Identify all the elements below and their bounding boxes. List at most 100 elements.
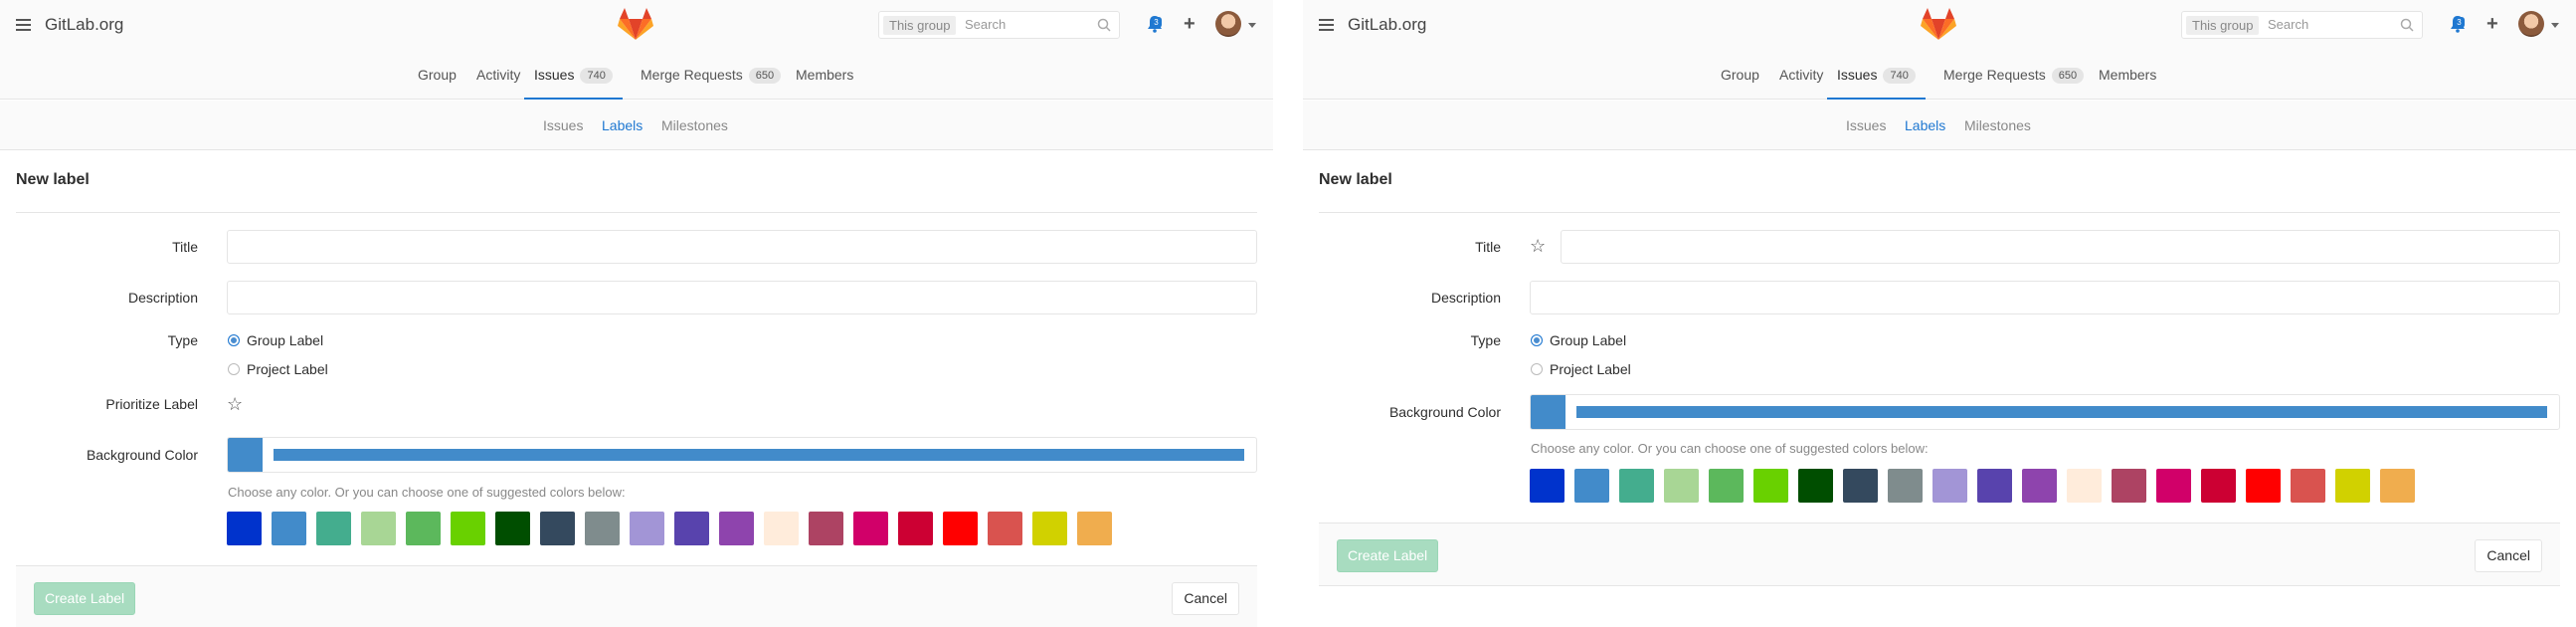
color-swatch[interactable] <box>2380 469 2415 503</box>
type-option-project-label[interactable]: Project Label <box>228 361 328 377</box>
color-swatch[interactable] <box>674 512 709 545</box>
color-swatch[interactable] <box>943 512 978 545</box>
color-swatch[interactable] <box>2022 469 2057 503</box>
hamburger-icon[interactable] <box>16 19 31 31</box>
color-value-bar[interactable] <box>1576 406 2547 418</box>
create-label-button[interactable]: Create Label <box>1337 539 1439 572</box>
color-swatch[interactable] <box>1753 469 1788 503</box>
gitlab-logo-icon[interactable] <box>617 6 654 42</box>
tab-members[interactable]: Members <box>2099 50 2156 100</box>
subtab-labels[interactable]: Labels <box>602 101 643 150</box>
tab-group[interactable]: Group <box>418 50 457 100</box>
color-swatch[interactable] <box>227 512 262 545</box>
background-color-input[interactable] <box>227 437 1257 473</box>
background-color-input[interactable] <box>1530 394 2560 430</box>
chevron-down-icon[interactable] <box>2551 23 2559 28</box>
plus-icon[interactable]: + <box>2486 14 2498 34</box>
color-swatch[interactable] <box>316 512 351 545</box>
divider <box>1319 212 2560 213</box>
color-swatch[interactable] <box>2291 469 2325 503</box>
top-header: GitLab.org This group Search 3 + <box>1303 0 2576 50</box>
radio-unselected[interactable] <box>1531 363 1543 375</box>
color-swatch[interactable] <box>1932 469 1967 503</box>
color-swatch[interactable] <box>585 512 620 545</box>
color-value-bar[interactable] <box>274 449 1244 461</box>
tab-activity[interactable]: Activity <box>1779 50 1823 100</box>
color-swatch[interactable] <box>2201 469 2236 503</box>
tab-activity[interactable]: Activity <box>476 50 520 100</box>
gitlab-logo-icon[interactable] <box>1920 6 1957 42</box>
radio-selected[interactable] <box>228 334 240 346</box>
color-swatch[interactable] <box>809 512 843 545</box>
color-swatch[interactable] <box>1032 512 1067 545</box>
color-swatch[interactable] <box>1977 469 2012 503</box>
search-input[interactable]: Search <box>2268 12 2308 38</box>
color-swatch[interactable] <box>2112 469 2146 503</box>
plus-icon[interactable]: + <box>1184 14 1196 34</box>
color-swatch[interactable] <box>272 512 306 545</box>
tab-issues[interactable]: Issues 740 <box>524 50 623 100</box>
description-input[interactable] <box>227 281 1257 314</box>
subtab-issues[interactable]: Issues <box>1846 101 1886 150</box>
color-swatch[interactable] <box>988 512 1022 545</box>
color-swatch[interactable] <box>719 512 754 545</box>
color-swatch[interactable] <box>898 512 933 545</box>
color-swatch[interactable] <box>630 512 664 545</box>
tab-group[interactable]: Group <box>1721 50 1759 100</box>
right-page: GitLab.org This group Search 3 + Group A… <box>1303 0 2576 627</box>
title-input[interactable] <box>227 230 1257 264</box>
color-swatch[interactable] <box>1530 469 1564 503</box>
tab-merge-requests[interactable]: Merge Requests 650 <box>1943 50 2085 100</box>
color-swatch[interactable] <box>2246 469 2281 503</box>
star-icon[interactable]: ☆ <box>227 395 243 413</box>
search-box[interactable]: This group Search <box>2181 11 2423 39</box>
type-option-project-label[interactable]: Project Label <box>1531 361 1631 377</box>
site-name[interactable]: GitLab.org <box>45 15 123 35</box>
radio-selected[interactable] <box>1531 334 1543 346</box>
suggested-colors <box>227 512 1162 545</box>
color-swatch[interactable] <box>1798 469 1833 503</box>
chevron-down-icon[interactable] <box>1248 23 1256 28</box>
cancel-button[interactable]: Cancel <box>2475 539 2542 572</box>
color-swatch[interactable] <box>451 512 485 545</box>
star-icon[interactable]: ☆ <box>1530 237 1546 255</box>
search-input[interactable]: Search <box>965 12 1006 38</box>
type-option-group-label[interactable]: Group Label <box>228 332 323 348</box>
avatar[interactable] <box>1215 11 1241 37</box>
color-swatch[interactable] <box>1077 512 1112 545</box>
color-swatch[interactable] <box>1843 469 1878 503</box>
color-swatch[interactable] <box>1709 469 1744 503</box>
color-swatch[interactable] <box>1888 469 1923 503</box>
color-swatch[interactable] <box>764 512 799 545</box>
subtab-milestones[interactable]: Milestones <box>1964 101 2031 150</box>
radio-unselected[interactable] <box>228 363 240 375</box>
color-swatch[interactable] <box>1574 469 1609 503</box>
color-preview[interactable] <box>1531 395 1565 429</box>
color-swatch[interactable] <box>853 512 888 545</box>
color-preview[interactable] <box>228 438 263 472</box>
color-swatch[interactable] <box>1664 469 1699 503</box>
tab-merge-requests[interactable]: Merge Requests 650 <box>641 50 782 100</box>
color-swatch[interactable] <box>1619 469 1654 503</box>
color-swatch[interactable] <box>2156 469 2191 503</box>
type-option-group-label[interactable]: Group Label <box>1531 332 1626 348</box>
cancel-button[interactable]: Cancel <box>1172 582 1239 615</box>
hamburger-icon[interactable] <box>1319 19 1334 31</box>
color-swatch[interactable] <box>2067 469 2102 503</box>
description-input[interactable] <box>1530 281 2560 314</box>
avatar[interactable] <box>2518 11 2544 37</box>
tab-members[interactable]: Members <box>796 50 853 100</box>
tab-issues[interactable]: Issues 740 <box>1827 50 1926 100</box>
subtab-milestones[interactable]: Milestones <box>661 101 728 150</box>
subtab-issues[interactable]: Issues <box>543 101 583 150</box>
site-name[interactable]: GitLab.org <box>1348 15 1426 35</box>
color-swatch[interactable] <box>495 512 530 545</box>
color-swatch[interactable] <box>540 512 575 545</box>
search-box[interactable]: This group Search <box>878 11 1120 39</box>
color-swatch[interactable] <box>406 512 441 545</box>
color-swatch[interactable] <box>361 512 396 545</box>
title-input[interactable] <box>1561 230 2560 264</box>
color-swatch[interactable] <box>2335 469 2370 503</box>
create-label-button[interactable]: Create Label <box>34 582 136 615</box>
subtab-labels[interactable]: Labels <box>1905 101 1945 150</box>
